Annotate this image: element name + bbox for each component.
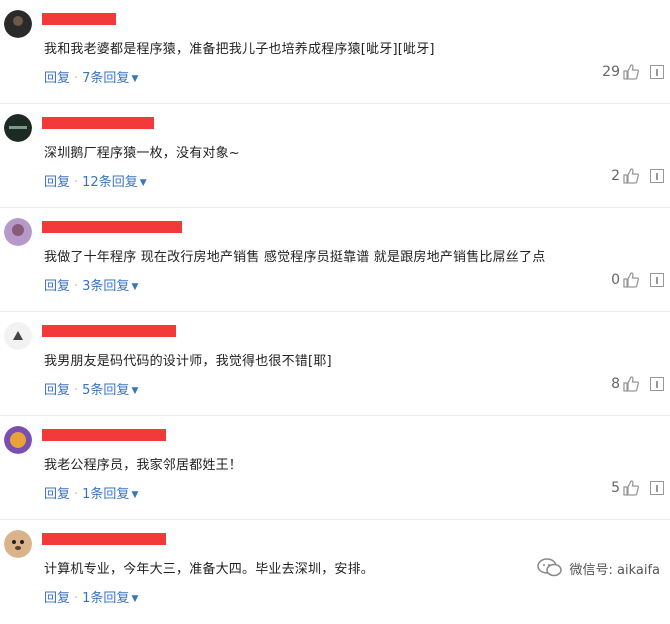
view-replies-link[interactable]: 5条回复: [82, 383, 129, 398]
comment-text: 计算机专业，今年大三，准备大四。毕业去深圳，安排。: [44, 562, 375, 577]
username-redacted: [42, 325, 176, 337]
like-button[interactable]: 2: [611, 167, 640, 185]
username-redacted: [42, 533, 166, 545]
view-replies-link[interactable]: 7条回复: [82, 71, 129, 86]
comment-item: 我做了十年程序 现在改行房地产销售 感觉程序员挺靠谱 就是跟房地产销售比屌丝了点…: [0, 208, 670, 312]
watermark-text: 微信号: aikaifa: [569, 562, 660, 578]
view-replies-link[interactable]: 3条回复: [82, 279, 129, 294]
chevron-down-icon: ▼: [131, 386, 139, 396]
report-icon[interactable]: [650, 65, 664, 79]
report-icon[interactable]: [650, 169, 664, 183]
view-replies-link[interactable]: 1条回复: [82, 591, 129, 606]
like-count: 5: [611, 480, 620, 496]
thumbs-up-icon: [623, 376, 639, 392]
username-redacted: [42, 13, 116, 25]
chevron-down-icon: ▼: [131, 594, 139, 604]
separator: ·: [74, 591, 79, 606]
comment-text: 我做了十年程序 现在改行房地产销售 感觉程序员挺靠谱 就是跟房地产销售比屌丝了点: [44, 250, 546, 265]
thumbs-up-icon: [623, 480, 639, 496]
report-icon[interactable]: [650, 273, 664, 287]
avatar[interactable]: [4, 530, 32, 558]
reply-button[interactable]: 回复: [44, 383, 70, 398]
chevron-down-icon: ▼: [139, 178, 147, 188]
comment-item: 我和我老婆都是程序猿，准备把我儿子也培养成程序猿[呲牙][呲牙] 回复 · 7条回复…: [0, 0, 670, 104]
view-replies-link[interactable]: 1条回复: [82, 487, 129, 502]
separator: ·: [74, 71, 79, 86]
like-count: 2: [611, 168, 620, 184]
separator: ·: [74, 175, 79, 190]
reply-button[interactable]: 回复: [44, 487, 70, 502]
separator: ·: [74, 279, 79, 294]
username-redacted: [42, 221, 182, 233]
username-redacted: [42, 117, 154, 129]
like-count: 29: [602, 64, 620, 80]
thumbs-up-icon: [623, 64, 639, 80]
reply-button[interactable]: 回复: [44, 279, 70, 294]
avatar[interactable]: [4, 218, 32, 246]
chevron-down-icon: ▼: [131, 282, 139, 292]
thumbs-up-icon: [623, 272, 639, 288]
reply-button[interactable]: 回复: [44, 591, 70, 606]
chevron-down-icon: ▼: [131, 74, 139, 84]
avatar[interactable]: [4, 426, 32, 454]
wechat-icon: [537, 558, 563, 577]
reply-button[interactable]: 回复: [44, 175, 70, 190]
like-button[interactable]: 8: [611, 375, 640, 393]
report-icon[interactable]: [650, 377, 664, 391]
reply-button[interactable]: 回复: [44, 71, 70, 86]
avatar[interactable]: [4, 322, 32, 350]
separator: ·: [74, 487, 79, 502]
comment-text: 我老公程序员，我家邻居都姓王！: [44, 458, 243, 473]
separator: ·: [74, 383, 79, 398]
like-button[interactable]: 5: [611, 479, 640, 497]
chevron-down-icon: ▼: [131, 490, 139, 500]
like-button[interactable]: 0: [611, 271, 640, 289]
wechat-watermark: 微信号: aikaifa: [537, 558, 660, 578]
comment-item: 我男朋友是码代码的设计师，我觉得也很不错[耶] 回复 · 5条回复 ▼ 8: [0, 312, 670, 416]
comment-item: 我老公程序员，我家邻居都姓王！ 回复 · 1条回复 ▼ 5: [0, 416, 670, 520]
avatar[interactable]: [4, 10, 32, 38]
comment-text: 我和我老婆都是程序猿，准备把我儿子也培养成程序猿[呲牙][呲牙]: [44, 42, 435, 57]
view-replies-link[interactable]: 12条回复: [82, 175, 138, 190]
comment-item: 深圳鹅厂程序猿一枚，没有对象~ 回复 · 12条回复 ▼ 2: [0, 104, 670, 208]
avatar[interactable]: [4, 114, 32, 142]
report-icon[interactable]: [650, 481, 664, 495]
thumbs-up-icon: [623, 168, 639, 184]
like-button[interactable]: 29: [602, 63, 640, 81]
comment-text: 我男朋友是码代码的设计师，我觉得也很不错[耶]: [44, 354, 332, 369]
username-redacted: [42, 429, 166, 441]
like-count: 8: [611, 376, 620, 392]
comment-text: 深圳鹅厂程序猿一枚，没有对象~: [44, 146, 240, 161]
like-count: 0: [611, 272, 620, 288]
